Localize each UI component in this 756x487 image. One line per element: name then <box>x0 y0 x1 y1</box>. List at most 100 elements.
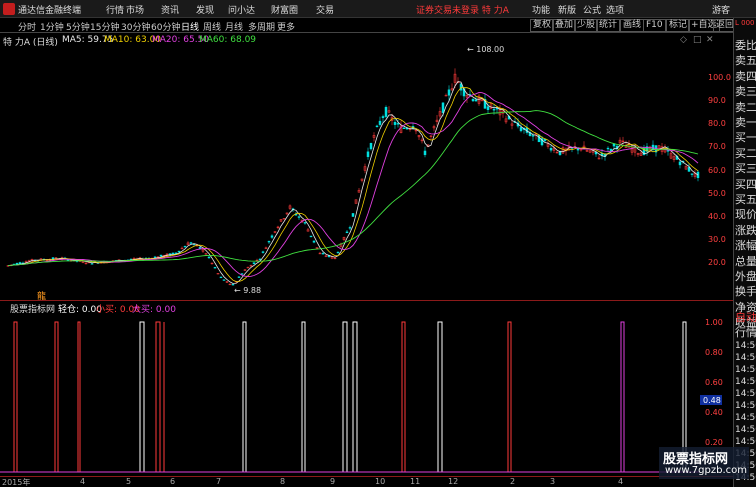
quote-field-label: 卖五 <box>735 54 756 68</box>
candle-body <box>207 256 211 259</box>
candle-body <box>18 262 22 264</box>
period-5min[interactable]: 5分钟 <box>66 20 90 33</box>
login-status: 证券交易未登录 特 力A <box>416 6 509 16</box>
signal-spike <box>242 321 247 472</box>
tool-shaogu[interactable]: 少股 <box>574 19 599 32</box>
user-label[interactable]: 游客 <box>712 3 730 16</box>
period-60min[interactable]: 60分钟 <box>151 20 180 33</box>
tool-biaoji[interactable]: 标记 <box>666 19 691 32</box>
settings-icon[interactable]: ◇ <box>680 35 687 45</box>
candle-body <box>369 143 373 150</box>
candle-body <box>303 222 307 224</box>
maximize-icon[interactable]: ✕ <box>706 35 714 45</box>
period-toolbar: 分时 1分钟 5分钟 15分钟 30分钟 60分钟 日线 周线 月线 多周期 更… <box>0 18 738 33</box>
period-more[interactable]: 更多 <box>277 20 295 33</box>
candle-body <box>474 99 478 102</box>
candle-body <box>381 116 385 119</box>
menu-faxian[interactable]: 发现 <box>196 3 214 16</box>
period-30min[interactable]: 30分钟 <box>121 20 150 33</box>
candle-body <box>531 135 535 137</box>
menu-gongneng[interactable]: 功能 <box>532 3 550 16</box>
tick-panel-title[interactable]: 自动 <box>735 309 756 325</box>
close-icon[interactable]: □ <box>693 35 702 45</box>
candle-body <box>666 150 670 152</box>
x-tick-label: 2 <box>510 477 516 486</box>
candle-body <box>171 252 175 255</box>
pane-divider <box>0 300 733 301</box>
signal-spike <box>352 321 358 472</box>
tick-time: 14:50 <box>735 365 756 375</box>
candle-body <box>297 216 301 218</box>
candle-body <box>345 231 349 234</box>
menu-xuanxiang[interactable]: 选项 <box>606 3 624 16</box>
candle-body <box>447 89 451 96</box>
x-tick-label: 10 <box>375 477 386 486</box>
x-tick-label: 5 <box>126 477 132 486</box>
y-tick-label: 50.0 <box>708 188 726 198</box>
sub-y-tick-label: 0.60 <box>705 378 723 387</box>
x-tick-label: 6 <box>170 477 176 486</box>
candle-body <box>606 147 610 150</box>
indicator-chart[interactable]: 1.00 0.80 0.60 0.40 0.20 0.48 <box>0 312 733 476</box>
x-tick-label: 4 <box>80 477 86 486</box>
stock-code: L 000 <box>735 19 755 27</box>
menu-zixun[interactable]: 资讯 <box>161 3 179 16</box>
y-tick-label: 80.0 <box>708 119 726 129</box>
low-price-label: ← 9.88 <box>234 286 261 295</box>
x-tick-label: 12 <box>448 477 459 486</box>
x-tick-label: 7 <box>216 477 222 486</box>
signal-spike <box>401 321 406 472</box>
period-yuexian[interactable]: 月线 <box>225 20 243 33</box>
signal-spike <box>77 321 81 472</box>
period-15min[interactable]: 15分钟 <box>90 20 119 33</box>
sub-y-tick-label: 1.00 <box>705 318 723 327</box>
tick-time: 14:50 <box>735 425 756 435</box>
tool-fuquan[interactable]: 复权 <box>530 19 555 32</box>
candle-body <box>366 151 370 158</box>
candle-body <box>159 254 163 257</box>
x-tick-label: 4 <box>618 477 624 486</box>
kline-chart[interactable]: ← 108.00 ← 9.88 龍 <box>0 46 733 300</box>
tool-diejia[interactable]: 叠加 <box>552 19 577 32</box>
candle-body <box>378 120 382 125</box>
menu-jiaoyi[interactable]: 交易 <box>316 3 334 16</box>
x-tick-label: 9 <box>330 477 336 486</box>
signal-spike <box>301 321 306 472</box>
watermark: 股票指标网 www.7gpzb.com <box>659 447 749 479</box>
candle-body <box>351 213 355 217</box>
menu-hangqing[interactable]: 行情 <box>106 3 124 16</box>
signal-spike <box>620 321 625 472</box>
period-duozhouqi[interactable]: 多周期 <box>248 20 275 33</box>
title-bar: 通达信金融终端 行情 市场 资讯 发现 问小达 财富圈 交易 证券交易未登录 特… <box>0 0 756 18</box>
watermark-url: www.7gpzb.com <box>665 465 747 476</box>
candle-body <box>441 102 445 113</box>
period-rixian[interactable]: 日线 <box>181 20 199 33</box>
x-tick-label: 3 <box>550 477 556 486</box>
candle-body <box>198 247 202 249</box>
sub-y-tick-label: 0.80 <box>705 348 723 357</box>
app-title: 通达信金融终端 <box>18 6 82 16</box>
menu-shichang[interactable]: 市场 <box>126 3 144 16</box>
candle-body <box>423 150 427 156</box>
candle-body <box>309 235 313 238</box>
tick-panel-subtitle: 行情 <box>735 326 756 339</box>
candle-body <box>261 251 265 253</box>
quote-field-label: 换手 <box>735 285 756 299</box>
period-fenshi[interactable]: 分时 <box>18 20 36 33</box>
candle-body <box>90 263 94 265</box>
menu-wenxiaoda[interactable]: 问小达 <box>228 3 255 16</box>
tool-huaxian[interactable]: 画线 <box>620 19 645 32</box>
menu-caifuquan[interactable]: 财富圈 <box>271 3 298 16</box>
date-axis: 2015年 4 5 6 7 8 9 10 11 12 2 3 4 <box>0 476 733 487</box>
tick-time: 14:50 <box>735 413 756 423</box>
y-tick-label: 20.0 <box>708 257 726 267</box>
tool-f10[interactable]: F10 <box>643 19 666 32</box>
app-logo-icon <box>3 3 15 15</box>
tool-tongji[interactable]: 统计 <box>596 19 621 32</box>
period-1min[interactable]: 1分钟 <box>40 20 64 33</box>
tick-time: 14:50 <box>735 401 756 411</box>
menu-xinban[interactable]: 新版 <box>558 3 576 16</box>
period-zhouxian[interactable]: 周线 <box>203 20 221 33</box>
candle-body <box>336 251 340 254</box>
menu-gongshi[interactable]: 公式 <box>583 3 601 16</box>
